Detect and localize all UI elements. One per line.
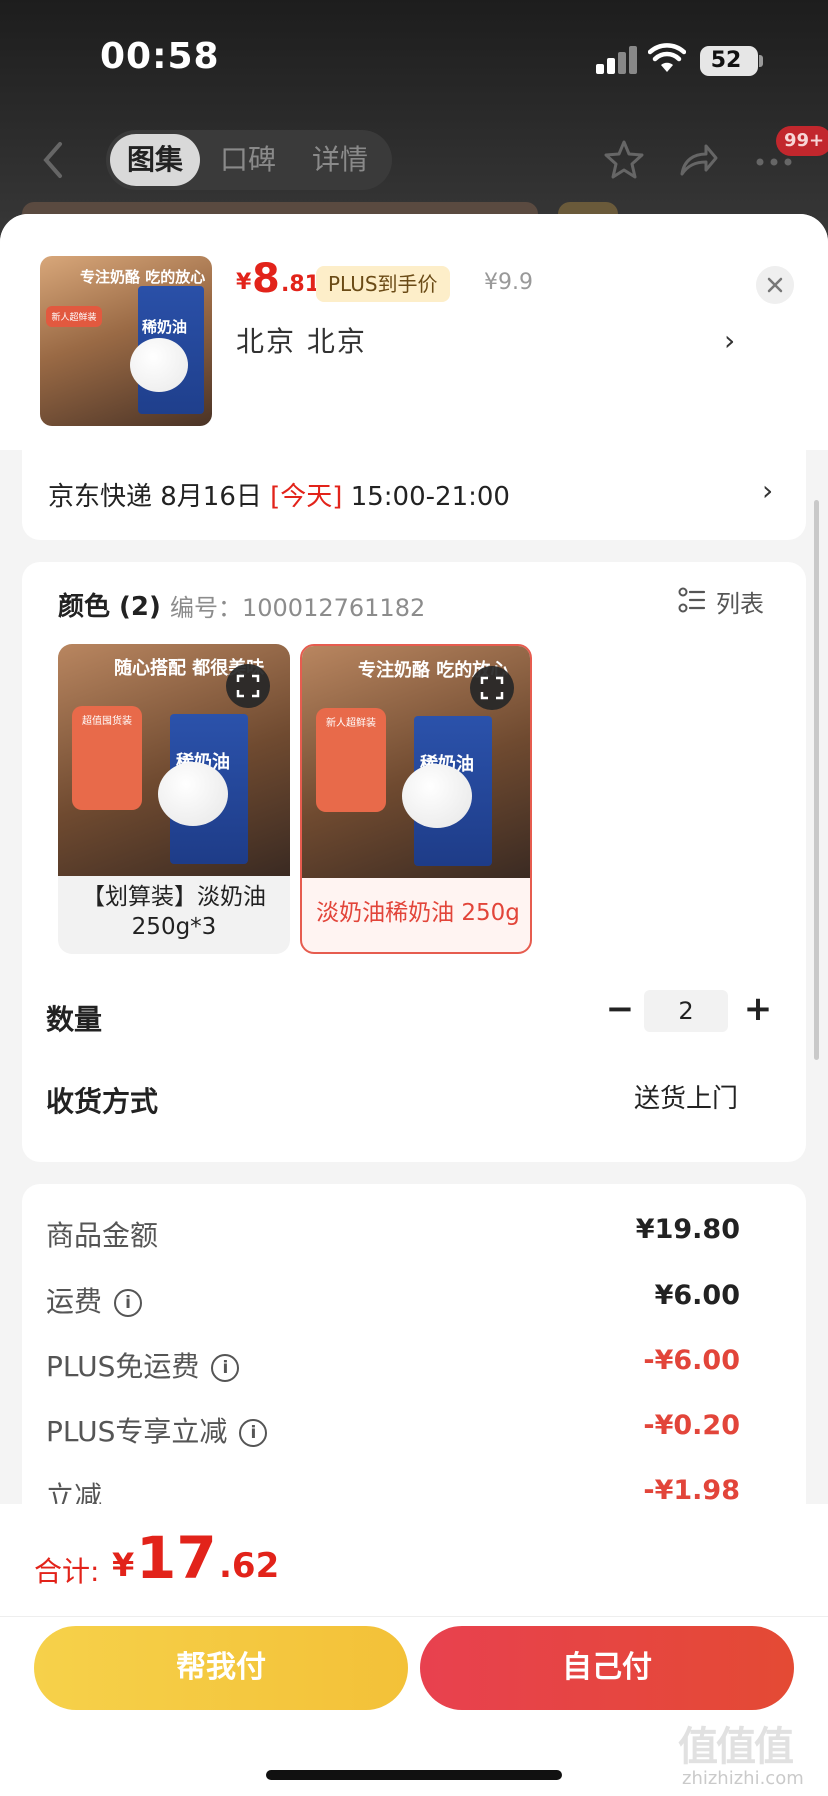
- option-label: 【划算装】淡奶油 250g*3: [82, 884, 266, 940]
- tab-reviews[interactable]: 口碑: [202, 130, 294, 190]
- list-view-label[interactable]: 列表: [716, 584, 764, 619]
- battery-cap: [759, 55, 763, 67]
- chevron-right-icon[interactable]: ›: [724, 324, 735, 357]
- close-icon[interactable]: [756, 266, 794, 304]
- option-label: 淡奶油稀奶油 250g: [316, 900, 520, 926]
- share-icon[interactable]: [676, 138, 720, 182]
- fee-name: 运费 i: [46, 1280, 143, 1320]
- checkout-bar: 合计: ¥ 17 .62 帮我付 自己付 值值值 zhizhizhi.com: [0, 1504, 828, 1796]
- wifi-icon: [648, 43, 686, 72]
- thumbnail-caption: 专注奶酪 吃的放心: [80, 268, 206, 286]
- fee-value: ¥6.00: [654, 1280, 740, 1311]
- list-view-icon[interactable]: [678, 586, 706, 614]
- whipped-cream-image: [130, 338, 188, 392]
- option-image: 专注奶酪 吃的放心 新人超鲜装 稀奶油: [302, 646, 530, 878]
- battery-level: 52: [710, 48, 742, 73]
- original-price: ¥9.9: [484, 270, 533, 295]
- notification-badge: 99+: [776, 126, 828, 156]
- watermark-logo: 值值值: [678, 1724, 794, 1770]
- delivery-prefix: 京东快递 8月16日: [48, 482, 271, 512]
- scrollbar[interactable]: [814, 500, 819, 1060]
- total-label: 合计:: [34, 1555, 100, 1588]
- fee-name-text: PLUS免运费: [46, 1350, 200, 1383]
- info-icon[interactable]: i: [239, 1419, 268, 1447]
- spec-option-selected[interactable]: 专注奶酪 吃的放心 新人超鲜装 稀奶油 淡奶油稀奶油 250g: [300, 644, 532, 954]
- whipped-cream-image: [402, 764, 472, 828]
- product-code: 编号：100012761182: [170, 594, 426, 622]
- fee-value: ¥19.80: [635, 1214, 740, 1245]
- quantity-label: 数量: [46, 1003, 103, 1036]
- expand-icon[interactable]: [226, 664, 270, 708]
- expand-icon[interactable]: [470, 666, 514, 710]
- plus-price-tag: PLUS到手价: [316, 266, 450, 302]
- fee-value: -¥1.98: [643, 1475, 740, 1506]
- delivery-card[interactable]: 京东快递 8月16日 [今天] 15:00-21:00 ›: [22, 450, 806, 540]
- total-symbol: ¥: [112, 1546, 135, 1584]
- total-decimal: .62: [219, 1546, 280, 1586]
- divider: [0, 1616, 828, 1617]
- shipping-method-label: 收货方式: [46, 1085, 159, 1118]
- tab-gallery[interactable]: 图集: [110, 134, 200, 186]
- delivery-window: 15:00-21:00: [342, 482, 510, 512]
- fee-name-text: 运费: [46, 1285, 103, 1318]
- fee-row: 商品金额 ¥19.80: [22, 1208, 806, 1258]
- fee-value: -¥6.00: [643, 1345, 740, 1376]
- price-symbol: ¥: [236, 270, 252, 295]
- product-thumbnail[interactable]: 专注奶酪 吃的放心 新人超鲜装 稀奶油: [40, 256, 212, 426]
- shipping-method-value[interactable]: 送货上门: [634, 1078, 738, 1115]
- tab-details[interactable]: 详情: [294, 130, 386, 190]
- watermark-url: zhizhizhi.com: [682, 1768, 804, 1789]
- price-decimal: .81: [281, 272, 320, 297]
- pay-myself-button[interactable]: 自己付: [420, 1626, 794, 1710]
- whipped-cream-image: [158, 762, 228, 826]
- price-integer: 8: [252, 256, 280, 302]
- quantity-increase-button[interactable]: +: [738, 986, 778, 1032]
- info-icon[interactable]: i: [114, 1289, 143, 1317]
- quantity-input[interactable]: 2: [644, 990, 728, 1032]
- fee-row: PLUS专享立减 i -¥0.20: [22, 1404, 806, 1454]
- status-time: 00:58: [100, 36, 220, 77]
- delivery-today: [今天]: [270, 482, 343, 512]
- fee-name: PLUS免运费 i: [46, 1345, 240, 1385]
- option-image-tag: 超值囤货装: [72, 706, 142, 810]
- status-bar: 00:58 52: [0, 0, 828, 110]
- battery-icon: 52: [700, 46, 758, 76]
- cellular-signal-icon: [596, 46, 638, 74]
- total-integer: 17: [136, 1524, 217, 1592]
- star-icon[interactable]: [602, 138, 646, 182]
- delivery-address[interactable]: 北京 北京: [236, 320, 367, 360]
- fee-name-text: 商品金额: [46, 1219, 159, 1252]
- back-arrow-icon[interactable]: [38, 140, 68, 180]
- option-image: 随心搭配 都很美味 超值囤货装 稀奶油: [58, 644, 290, 876]
- spec-title: 颜色 (2): [58, 592, 161, 622]
- quantity-decrease-button[interactable]: −: [600, 986, 640, 1032]
- option-image-tag-text: 超值囤货装: [82, 716, 132, 727]
- fee-name: PLUS专享立减 i: [46, 1410, 268, 1450]
- fee-name: 商品金额: [46, 1214, 158, 1254]
- pay-for-me-button[interactable]: 帮我付: [34, 1626, 408, 1710]
- spec-option[interactable]: 随心搭配 都很美味 超值囤货装 稀奶油 【划算装】淡奶油 250g*3: [58, 644, 290, 954]
- sheet-header: 专注奶酪 吃的放心 新人超鲜装 稀奶油 ¥ 8 .81 PLUS到手价 ¥9.9…: [0, 214, 828, 450]
- option-image-tag-text: 新人超鲜装: [326, 718, 376, 729]
- chevron-right-icon[interactable]: ›: [762, 474, 773, 507]
- top-tab-switcher: 图集 口碑 详情: [106, 130, 392, 190]
- option-image-tag: 新人超鲜装: [316, 708, 386, 812]
- home-indicator[interactable]: [266, 1770, 562, 1780]
- fee-row: 运费 i ¥6.00: [22, 1274, 806, 1324]
- fee-value: -¥0.20: [643, 1410, 740, 1441]
- thumbnail-tag: 新人超鲜装: [46, 306, 102, 327]
- spec-card: 颜色 (2) 编号：100012761182 列表 随心搭配 都很美味 超值囤货…: [22, 562, 806, 1162]
- cream-box-label: 稀奶油: [142, 318, 188, 336]
- fee-name-text: PLUS专享立减: [46, 1415, 228, 1448]
- fee-row: PLUS免运费 i -¥6.00: [22, 1339, 806, 1389]
- delivery-info: 京东快递 8月16日 [今天] 15:00-21:00: [48, 476, 510, 513]
- info-icon[interactable]: i: [211, 1354, 240, 1382]
